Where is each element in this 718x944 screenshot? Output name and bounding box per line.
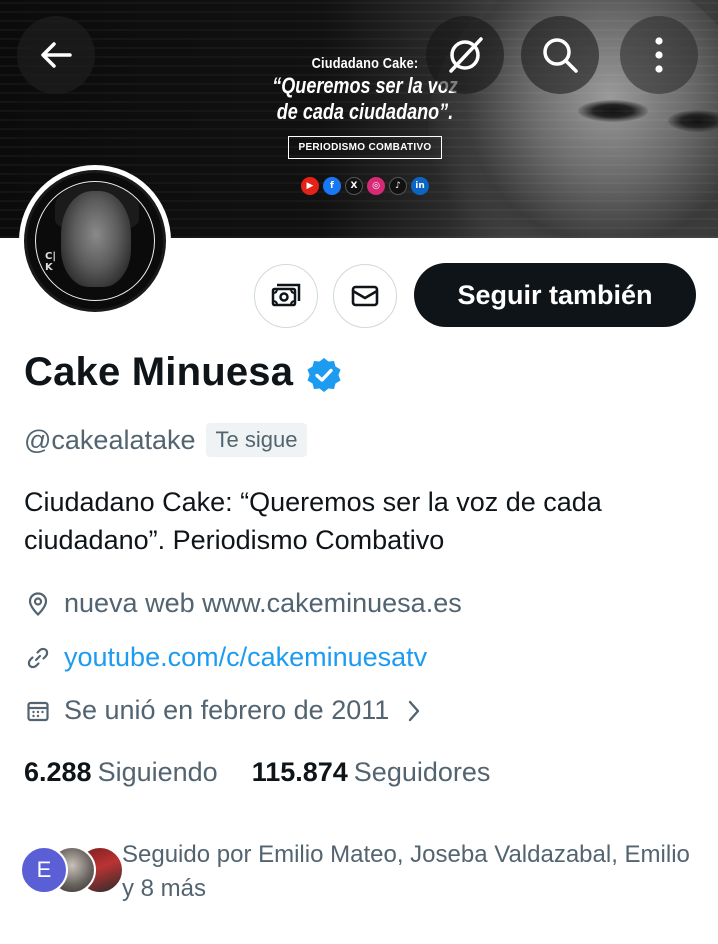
money-icon xyxy=(271,283,301,307)
more-options-button[interactable] xyxy=(620,16,698,94)
back-button[interactable] xyxy=(17,16,95,94)
search-icon xyxy=(543,38,578,73)
verified-badge-icon[interactable] xyxy=(305,356,343,394)
website-row: youtube.com/c/cakeminuesatv xyxy=(24,642,427,673)
message-button[interactable] xyxy=(333,264,397,328)
grok-button[interactable] xyxy=(426,16,504,94)
followed-by-text: Seguido por Emilio Mateo, Joseba Valdaza… xyxy=(122,841,690,902)
link-icon xyxy=(24,644,52,672)
display-name: Cake Minuesa xyxy=(24,350,294,394)
name-row: Cake Minuesa xyxy=(24,350,343,395)
mail-icon xyxy=(351,285,379,307)
location-text: nueva web www.cakeminuesa.es xyxy=(64,588,462,618)
handle-row: @cakealatake Te sigue xyxy=(24,423,308,457)
followers-label: Seguidores xyxy=(353,757,491,787)
website-link[interactable]: youtube.com/c/cakeminuesatv xyxy=(64,642,427,673)
following-count: 6.288 xyxy=(24,757,92,787)
banner-quote-line-2: de cada ciudadano”. xyxy=(276,99,454,124)
chevron-right-icon xyxy=(409,700,420,721)
followers-stat[interactable]: 115.874 Seguidores xyxy=(252,757,491,788)
profile-avatar[interactable]: C| K xyxy=(19,165,171,317)
linkedin-icon: in xyxy=(411,177,429,195)
tiktok-icon: ♪ xyxy=(389,177,407,195)
banner-social-icons: ▶ f X ◎ ♪ in xyxy=(240,177,490,195)
follow-stats: 6.288 Siguiendo 115.874 Seguidores xyxy=(24,757,524,788)
back-arrow-icon xyxy=(41,42,72,68)
grok-icon xyxy=(449,37,483,73)
more-vertical-icon xyxy=(655,37,663,73)
profile-bio: Ciudadano Cake: “Queremos ser la voz de … xyxy=(24,487,602,555)
youtube-icon: ▶ xyxy=(301,177,319,195)
following-label: Siguiendo xyxy=(97,757,218,787)
calendar-icon xyxy=(24,697,52,725)
subscribe-monetization-button[interactable] xyxy=(254,264,318,328)
followers-you-know[interactable]: E Seguido por Emilio Mateo, Joseba Valda… xyxy=(20,838,710,928)
location-pin-icon xyxy=(24,590,52,618)
joined-date-text: Se unió en febrero de 2011 xyxy=(64,695,390,725)
username-handle: @cakealatake xyxy=(24,424,196,455)
followers-count: 115.874 xyxy=(251,757,348,787)
facebook-icon: f xyxy=(323,177,341,195)
avatar-ring xyxy=(35,181,155,301)
x-icon: X xyxy=(345,177,363,195)
avatar: E xyxy=(20,846,68,894)
search-button[interactable] xyxy=(521,16,599,94)
joined-date-row[interactable]: Se unió en febrero de 2011 xyxy=(24,695,421,726)
follows-you-badge: Te sigue xyxy=(205,423,308,457)
follow-back-button[interactable]: Seguir también xyxy=(414,263,696,327)
banner-tag: PERIODISMO COMBATIVO xyxy=(288,136,442,159)
location-row: nueva web www.cakeminuesa.es xyxy=(24,588,462,619)
instagram-icon: ◎ xyxy=(367,177,385,195)
avatar-image: C| K xyxy=(24,170,166,312)
following-stat[interactable]: 6.288 Siguiendo xyxy=(24,757,218,788)
